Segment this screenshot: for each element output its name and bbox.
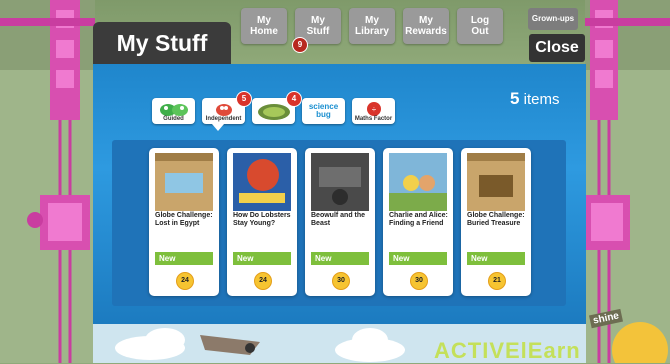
- filter-maths-factor[interactable]: ÷ Maths Factor: [352, 98, 395, 124]
- book-cover-image: [467, 153, 525, 211]
- clouds-and-plane-decoration: [115, 328, 260, 360]
- nav-tab-label-line1: My: [257, 15, 271, 26]
- book-title: Globe Challenge: Buried Treasure: [467, 212, 525, 227]
- independent-bug-icon: [215, 104, 232, 116]
- left-pink-tower-decoration: [0, 0, 95, 363]
- svg-text:÷: ÷: [371, 105, 376, 114]
- guided-bugs-icon: [159, 104, 188, 116]
- filter-guided[interactable]: Guided: [152, 98, 195, 124]
- nav-tab-label-line2: Out: [471, 26, 489, 37]
- nav-tab-label-line1: My: [365, 15, 379, 26]
- maths-factor-icon: ÷: [366, 102, 381, 116]
- book-title: Globe Challenge: Lost in Egypt: [155, 212, 213, 227]
- nav-tab-my-home[interactable]: My Home: [241, 8, 287, 44]
- science-bug-icon: science bug: [308, 102, 339, 119]
- new-status-badge: New: [311, 252, 369, 265]
- book-cover-image: [155, 153, 213, 211]
- independent-count-badge: 5: [236, 91, 252, 107]
- grown-ups-button[interactable]: Grown-ups: [528, 8, 578, 30]
- book-cover-image: [311, 153, 369, 211]
- nav-tab-label-line2: Stuff: [306, 26, 330, 37]
- activelearn-logo: ACTIVElEarn: [434, 338, 581, 363]
- new-status-badge: New: [467, 252, 525, 265]
- nav-tab-my-rewards[interactable]: My Rewards: [403, 8, 449, 44]
- items-count-label: items: [523, 91, 560, 108]
- book-points-coin: 21: [488, 272, 506, 290]
- nav-tab-label-line2: Home: [250, 26, 278, 37]
- nav-tab-label-line1: My: [311, 15, 325, 26]
- items-count: 5 items: [510, 89, 559, 109]
- book-points-coin: 30: [410, 272, 428, 290]
- cloud-decoration: [335, 328, 405, 362]
- nav-tab-log-out[interactable]: Log Out: [457, 8, 503, 44]
- right-pink-tower-decoration: [585, 0, 670, 363]
- book-card[interactable]: Charlie and Alice: Finding a Friend New …: [383, 148, 453, 296]
- book-points-coin: 24: [176, 272, 194, 290]
- nav-tab-label-line2: Library: [355, 26, 389, 37]
- book-card[interactable]: Beowulf and the Beast New 30: [305, 148, 375, 296]
- new-status-badge: New: [389, 252, 447, 265]
- page-title: My Stuff: [93, 22, 231, 64]
- stuff-count-badge: 9: [292, 37, 308, 53]
- new-status-badge: New: [233, 252, 291, 265]
- book-points-coin: 24: [254, 272, 272, 290]
- book-cover-image: [389, 153, 447, 211]
- book-card[interactable]: How Do Lobsters Stay Young? New 24: [227, 148, 297, 296]
- book-points-coin: 30: [332, 272, 350, 290]
- book-title: How Do Lobsters Stay Young?: [233, 212, 291, 227]
- bug-club-icon: [257, 104, 290, 120]
- nav-tab-label-line1: My: [419, 15, 433, 26]
- close-button[interactable]: Close: [529, 34, 585, 62]
- book-cover-image: [233, 153, 291, 211]
- selected-filter-pointer-icon: [212, 124, 224, 131]
- items-count-number: 5: [510, 89, 520, 108]
- filter-label: Maths Factor: [354, 116, 393, 122]
- filter-label: Guided: [163, 116, 184, 122]
- book-title: Beowulf and the Beast: [311, 212, 366, 227]
- bug-club-count-badge: 4: [286, 91, 302, 107]
- nav-tab-label-line1: Log: [470, 15, 490, 26]
- filter-label: Independent: [205, 116, 242, 122]
- book-card[interactable]: Globe Challenge: Buried Treasure New 21: [461, 148, 531, 296]
- nav-tab-label-line2: Rewards: [405, 26, 447, 37]
- nav-tab-my-library[interactable]: My Library: [349, 8, 395, 44]
- book-card[interactable]: Globe Challenge: Lost in Egypt New 24: [149, 148, 219, 296]
- book-title: Charlie and Alice: Finding a Friend: [389, 212, 448, 227]
- new-status-badge: New: [155, 252, 213, 265]
- filter-science-bug[interactable]: science bug: [302, 98, 345, 124]
